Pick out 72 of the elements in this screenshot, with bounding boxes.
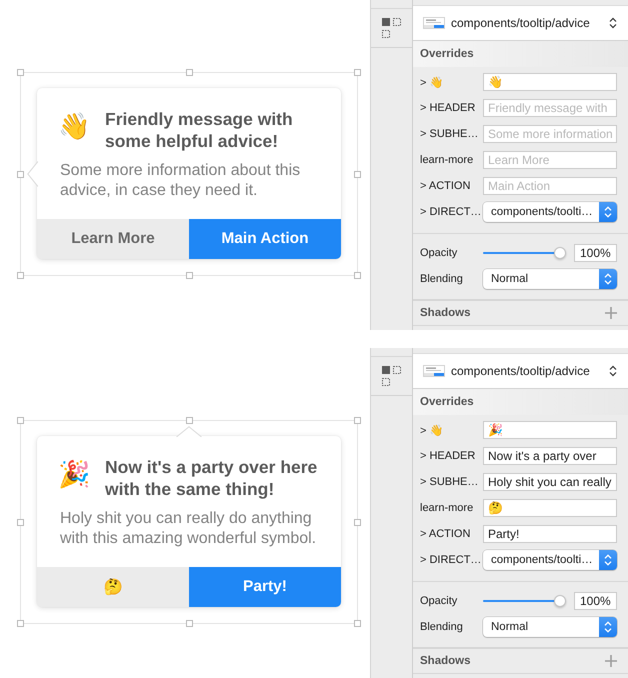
- override-label: > 👋: [420, 424, 444, 436]
- plus-icon[interactable]: [605, 307, 617, 319]
- selection-handle[interactable]: [186, 620, 192, 627]
- override-select[interactable]: components/toolti…: [483, 202, 617, 222]
- override-label: > HEADER: [420, 450, 476, 462]
- stepper-icon: [599, 269, 617, 289]
- stepper-icon: [599, 550, 617, 570]
- selection-handle[interactable]: [186, 69, 192, 76]
- opacity-label: Opacity: [420, 595, 458, 607]
- override-label: > DIRECT…: [420, 554, 482, 566]
- override-label: > 👋: [420, 76, 444, 88]
- blending-label: Blending: [420, 621, 464, 633]
- main-action-button[interactable]: Main Action: [189, 219, 341, 259]
- blending-select[interactable]: Normal: [483, 617, 617, 637]
- selection-handle[interactable]: [354, 272, 361, 279]
- selection-handle[interactable]: [17, 69, 24, 76]
- symbol-picker[interactable]: components/tooltip/advice: [413, 5, 628, 41]
- selection-handle[interactable]: [186, 272, 192, 279]
- up-down-chevron-icon: [609, 17, 617, 29]
- up-down-chevron-icon: [609, 365, 617, 377]
- stepper-icon: [599, 617, 617, 637]
- override-select[interactable]: components/toolti…: [483, 550, 617, 570]
- opacity-label: Opacity: [420, 247, 458, 259]
- emoji-icon: 🎉: [58, 458, 90, 490]
- selection-handle[interactable]: [354, 69, 361, 76]
- blending-select[interactable]: Normal: [483, 269, 617, 289]
- stepper-icon: [599, 202, 617, 222]
- override-label: > SUBHE…: [420, 128, 480, 140]
- opacity-field[interactable]: 100%: [574, 592, 617, 610]
- blending-label: Blending: [420, 273, 464, 285]
- plus-icon[interactable]: [605, 655, 617, 667]
- component-thumbnail-icon: [423, 365, 445, 377]
- component-thumbnail-icon: [423, 17, 445, 29]
- override-label: > HEADER: [420, 102, 476, 114]
- override-label: learn-more: [420, 502, 474, 514]
- opacity-slider[interactable]: [483, 595, 566, 607]
- selection-handle[interactable]: [17, 417, 24, 424]
- selection-handle[interactable]: [186, 417, 192, 424]
- slider-thumb[interactable]: [554, 247, 566, 259]
- symbol-picker[interactable]: components/tooltip/advice: [413, 353, 628, 389]
- selection-handle[interactable]: [17, 170, 24, 178]
- opacity-field[interactable]: 100%: [574, 244, 617, 262]
- section-title: Shadows: [420, 307, 470, 319]
- override-label: > DIRECT…: [420, 206, 482, 218]
- section-title: Shadows: [420, 655, 470, 667]
- section-title: Overrides: [420, 396, 474, 408]
- tooltip-subheader: Holy shit you can really do anything with this amazing wonderful symbol.: [60, 509, 318, 549]
- override-label: learn-more: [420, 154, 474, 166]
- selection-handle[interactable]: [354, 620, 361, 627]
- layout-squares-icon[interactable]: [382, 18, 401, 38]
- selection-handle[interactable]: [17, 272, 24, 279]
- override-label: > ACTION: [420, 180, 472, 192]
- emoji-icon: 👋: [58, 110, 90, 142]
- selection-handle[interactable]: [17, 620, 24, 627]
- tooltip-header: Friendly message with some helpful advice!: [105, 108, 294, 152]
- text-field[interactable]: Party!: [483, 525, 617, 543]
- secondary-button[interactable]: Learn More: [37, 219, 189, 259]
- override-label: > ACTION: [420, 528, 472, 540]
- selection-handle[interactable]: [354, 518, 361, 526]
- tooltip-subheader: Some more information about this advice, in case they need it.: [60, 161, 302, 201]
- opacity-slider[interactable]: [483, 247, 566, 259]
- slider-thumb[interactable]: [554, 595, 566, 607]
- layout-squares-icon[interactable]: [382, 366, 401, 386]
- text-field[interactable]: Now it's a party over: [483, 447, 617, 465]
- tooltip-header: Now it's a party over here with the same thing!: [105, 456, 318, 500]
- section-title: Overrides: [420, 48, 474, 60]
- selection-handle[interactable]: [354, 170, 361, 178]
- text-field[interactable]: Holy shit you can really: [483, 473, 617, 491]
- main-action-button[interactable]: Party!: [189, 567, 341, 607]
- selection-handle[interactable]: [17, 518, 24, 526]
- override-label: > SUBHE…: [420, 476, 480, 488]
- selection-handle[interactable]: [354, 417, 361, 424]
